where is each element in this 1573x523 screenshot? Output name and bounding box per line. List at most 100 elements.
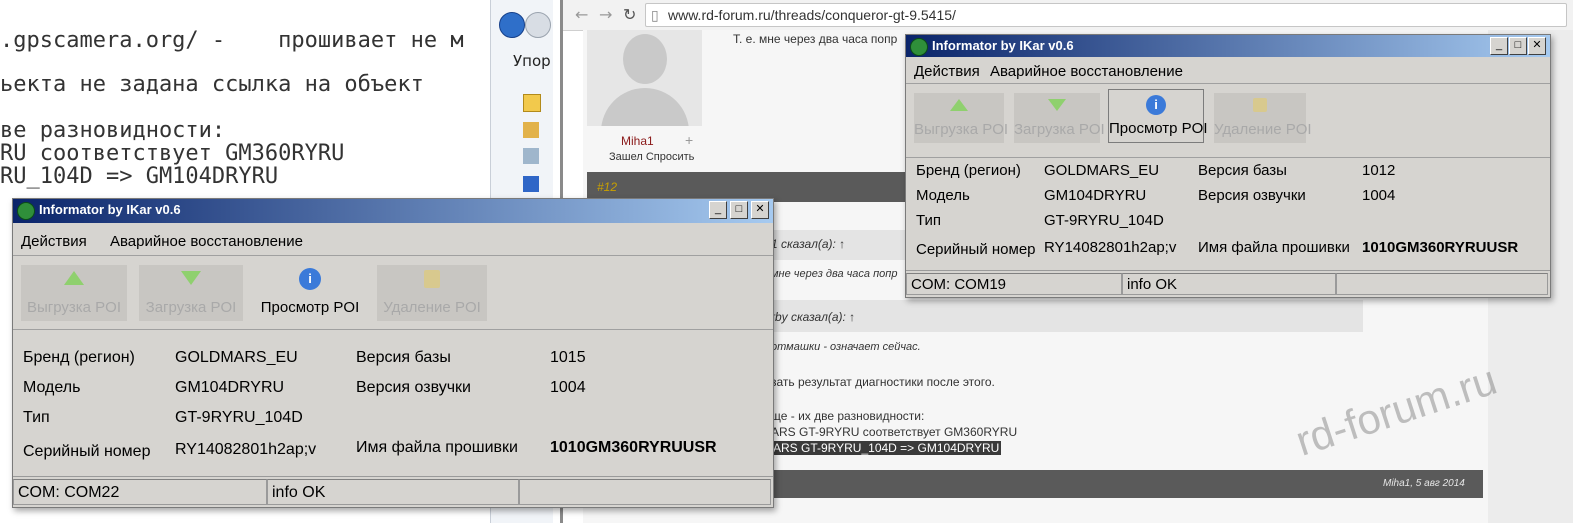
quote-author[interactable]: 1 сказал(а): ↑ bbox=[771, 237, 845, 251]
type-value: GT-9RYRU_104D bbox=[175, 409, 303, 426]
firmware-value: 1010GM360RYRUUSR bbox=[550, 439, 717, 456]
status-extra bbox=[1336, 273, 1548, 295]
view-poi-button[interactable]: i Просмотр POI bbox=[1108, 89, 1208, 143]
minimize-icon[interactable]: _ bbox=[1490, 37, 1508, 55]
toolbar: Выгрузка POI Загрузка POI i Просмотр POI… bbox=[13, 257, 773, 330]
serial-label: Серийный номер bbox=[916, 241, 1036, 258]
informator-window-left: Informator by IKar v0.6 _ □ ✕ Действия А… bbox=[12, 198, 774, 508]
organize-menu[interactable]: Упор bbox=[513, 52, 551, 70]
menu-actions[interactable]: Действия bbox=[914, 63, 980, 80]
reload-icon[interactable]: ↻ bbox=[623, 5, 636, 24]
forward-arrow-icon[interactable]: → bbox=[599, 5, 612, 24]
close-icon[interactable]: ✕ bbox=[751, 201, 769, 219]
folder-icon[interactable] bbox=[523, 122, 539, 138]
db-version-label: Версия базы bbox=[356, 349, 451, 366]
model-value: GM104DRYRU bbox=[175, 379, 285, 396]
status-info: info OK bbox=[1122, 273, 1336, 295]
browser-toolbar: ← → ↻ ▯ www.rd-forum.ru/threads/conquero… bbox=[563, 0, 1573, 31]
quote-text: мне через два часа попр bbox=[771, 268, 898, 280]
editor-line: RU соответствует GM360RYRU bbox=[0, 141, 345, 166]
status-com: COM: COM22 bbox=[13, 479, 267, 505]
delete-poi-button[interactable]: Удаление POI bbox=[377, 265, 487, 321]
brand-label: Бренд (регион) bbox=[916, 162, 1021, 179]
post-footer-bar bbox=[763, 470, 1483, 498]
address-bar[interactable]: ▯ www.rd-forum.ru/threads/conqueror-gt-9… bbox=[645, 3, 1567, 27]
upload-poi-button[interactable]: Выгрузка POI bbox=[914, 93, 1008, 143]
serial-value: RY14082801h2ap;v bbox=[175, 441, 317, 458]
db-version-value: 1015 bbox=[550, 349, 586, 366]
editor-line: .gpscamera.org/ - прошивает не м bbox=[0, 28, 464, 53]
post-number[interactable]: #12 bbox=[597, 180, 617, 194]
firmware-label: Имя файла прошивки bbox=[356, 439, 518, 456]
maximize-icon[interactable]: □ bbox=[1509, 37, 1527, 55]
close-icon[interactable]: ✕ bbox=[1528, 37, 1546, 55]
info-icon: i bbox=[1146, 95, 1166, 115]
maximize-icon[interactable]: □ bbox=[730, 201, 748, 219]
model-label: Модель bbox=[916, 187, 970, 204]
voice-version-label: Версия озвучки bbox=[1198, 187, 1306, 204]
post-line: ще - их две разновидности: bbox=[771, 409, 925, 423]
voice-version-value: 1004 bbox=[1362, 187, 1396, 204]
window-titlebar[interactable]: Informator by IKar v0.6 _ □ ✕ bbox=[906, 35, 1550, 57]
db-version-label: Версия базы bbox=[1198, 162, 1287, 179]
upload-poi-button[interactable]: Выгрузка POI bbox=[21, 265, 127, 321]
favorites-icon[interactable] bbox=[523, 94, 541, 112]
down-arrow-icon bbox=[1048, 99, 1066, 111]
brand-value: GOLDMARS_EU bbox=[175, 349, 298, 366]
brand-value: GOLDMARS_EU bbox=[1044, 162, 1160, 179]
view-poi-button[interactable]: i Просмотр POI bbox=[255, 265, 365, 321]
post-meta: Miha1, 5 авг 2014 bbox=[1383, 478, 1465, 489]
up-arrow-icon bbox=[64, 271, 84, 285]
download-poi-button[interactable]: Загрузка POI bbox=[1014, 93, 1105, 143]
post-line: зать результат диагностики после этого. bbox=[771, 375, 995, 389]
network-icon[interactable] bbox=[523, 148, 539, 164]
app-icon bbox=[17, 202, 35, 220]
menu-bar: Действия Аварийное восстановление bbox=[13, 227, 773, 256]
window-title: Informator by IKar v0.6 bbox=[932, 38, 1074, 53]
voice-version-label: Версия озвучки bbox=[356, 379, 471, 396]
broom-icon bbox=[424, 270, 440, 288]
user-avatar bbox=[587, 30, 702, 126]
down-arrow-icon bbox=[181, 271, 201, 285]
brand-label: Бренд (регион) bbox=[23, 349, 135, 366]
plus-icon[interactable]: + bbox=[685, 132, 693, 148]
model-label: Модель bbox=[23, 379, 81, 396]
quote-text: отмашки - означает сейчас. bbox=[771, 341, 921, 353]
post-text: Т. е. мне через два часа попр bbox=[733, 32, 898, 46]
db-version-value: 1012 bbox=[1362, 162, 1396, 179]
selected-text: ARS GT-9RYRU_104D => GM104DRYRU bbox=[771, 441, 1002, 455]
user-status: Зашел Спросить bbox=[609, 151, 695, 163]
serial-value: RY14082801h2ap;v bbox=[1044, 239, 1177, 256]
voice-version-value: 1004 bbox=[550, 379, 586, 396]
menu-recovery[interactable]: Аварийное восстановление bbox=[110, 233, 303, 250]
window-titlebar[interactable]: Informator by IKar v0.6 _ □ ✕ bbox=[13, 199, 773, 223]
info-icon: i bbox=[299, 268, 321, 290]
firmware-value: 1010GM360RYRUUSR bbox=[1362, 239, 1519, 256]
minimize-icon[interactable]: _ bbox=[709, 201, 727, 219]
address-text: www.rd-forum.ru/threads/conqueror-gt-9.5… bbox=[668, 7, 956, 23]
editor-line: ве разновидности: bbox=[0, 118, 226, 143]
editor-line: ьекта не задана ссылка на объект bbox=[0, 72, 424, 97]
post-line: ARS GT-9RYRU соответствует GM360RYRU bbox=[771, 425, 1018, 439]
serial-label: Серийный номер bbox=[23, 443, 151, 460]
status-extra bbox=[519, 479, 771, 505]
back-icon[interactable] bbox=[499, 12, 525, 38]
page-icon: ▯ bbox=[651, 7, 659, 23]
computer-icon[interactable] bbox=[523, 176, 539, 192]
model-value: GM104DRYRU bbox=[1044, 187, 1147, 204]
status-info: info OK bbox=[267, 479, 519, 505]
type-label: Тип bbox=[23, 409, 50, 426]
menu-actions[interactable]: Действия bbox=[21, 233, 87, 250]
explorer-nav bbox=[499, 10, 551, 40]
type-label: Тип bbox=[916, 212, 942, 229]
app-icon bbox=[910, 38, 928, 56]
forward-icon[interactable] bbox=[525, 12, 551, 38]
firmware-label: Имя файла прошивки bbox=[1198, 239, 1350, 256]
user-name-link[interactable]: Miha1 bbox=[621, 134, 654, 148]
quote-author[interactable]: rby сказал(а): ↑ bbox=[771, 310, 855, 324]
type-value: GT-9RYRU_104D bbox=[1044, 212, 1164, 229]
back-arrow-icon[interactable]: ← bbox=[575, 5, 588, 24]
download-poi-button[interactable]: Загрузка POI bbox=[139, 265, 243, 321]
menu-recovery[interactable]: Аварийное восстановление bbox=[990, 63, 1183, 80]
delete-poi-button[interactable]: Удаление POI bbox=[1214, 93, 1312, 143]
